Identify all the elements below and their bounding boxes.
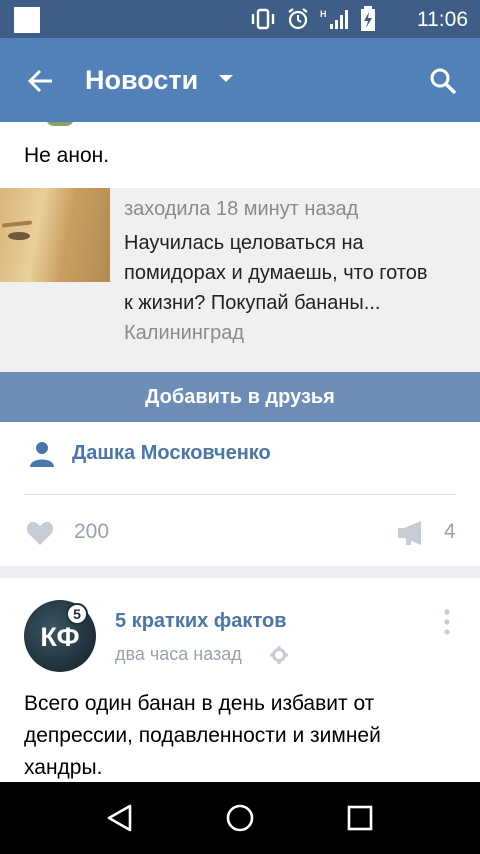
post-author-row[interactable]: Дашка Московченко xyxy=(0,422,480,494)
back-arrow-icon[interactable] xyxy=(26,66,56,96)
recents-square-icon[interactable] xyxy=(344,802,376,834)
gear-icon xyxy=(270,646,288,664)
notification-icon xyxy=(14,7,40,33)
post-text-line: Всего один банан в день избавит от xyxy=(24,692,375,715)
svg-text:H: H xyxy=(320,9,327,19)
alarm-icon xyxy=(288,8,308,30)
city-text: Калининград xyxy=(124,322,245,344)
system-navigation-bar xyxy=(0,782,480,854)
home-circle-icon[interactable] xyxy=(224,802,256,834)
megaphone-icon[interactable] xyxy=(397,520,425,546)
person-icon xyxy=(30,442,54,467)
avatar xyxy=(46,122,74,126)
clock: 11:06 xyxy=(417,8,468,31)
status-line: к жизни? Покупай бананы... xyxy=(124,292,381,314)
status-bar: H 11:06 xyxy=(0,0,480,38)
divider xyxy=(24,494,456,495)
last-seen-text: заходила 18 минут назад xyxy=(124,198,359,220)
more-vertical-icon[interactable] xyxy=(440,608,454,636)
status-line: помидорах и думаешь, что готов xyxy=(124,262,428,284)
post-text: Не анон. xyxy=(24,144,110,167)
app-toolbar: Новости xyxy=(0,38,480,122)
share-count[interactable]: 4 xyxy=(444,520,456,544)
post-text-line: хандры. xyxy=(24,756,103,779)
group-logo-text: КФ xyxy=(40,622,80,652)
post-text: Всего один банан в день избавит от депре… xyxy=(24,688,464,782)
repost-profile-card[interactable]: заходила 18 минут назад Научилась целова… xyxy=(0,188,480,372)
status-icons: H xyxy=(250,6,376,31)
post-card: КФ 5 5 кратких фактов два часа назад Все… xyxy=(0,578,480,782)
post-text-line: депрессии, подавленности и зимней xyxy=(24,724,381,747)
search-icon[interactable] xyxy=(428,66,458,96)
group-name-link[interactable]: 5 кратких фактов xyxy=(115,610,286,633)
like-count[interactable]: 200 xyxy=(74,520,109,544)
dropdown-caret-icon[interactable] xyxy=(219,75,233,82)
profile-status-text: Научилась целоваться на помидорах и дума… xyxy=(124,228,480,318)
battery-charging-icon xyxy=(361,6,375,31)
profile-photo xyxy=(0,188,110,282)
news-feed[interactable]: Не анон. заходила 18 минут назад Научила… xyxy=(0,122,480,782)
signal-icon: H xyxy=(320,9,348,29)
group-avatar[interactable]: КФ 5 xyxy=(24,600,96,672)
add-friend-button[interactable]: Добавить в друзья xyxy=(0,372,480,422)
post-card: Не анон. заходила 18 минут назад Научила… xyxy=(0,122,480,566)
back-triangle-icon[interactable] xyxy=(104,802,136,834)
author-name-link[interactable]: Дашка Московченко xyxy=(72,442,271,465)
vibrate-icon xyxy=(251,8,275,30)
page-title[interactable]: Новости xyxy=(85,62,198,98)
group-logo-badge: 5 xyxy=(66,603,88,625)
status-line: Научилась целоваться на xyxy=(124,232,364,254)
post-time: два часа назад xyxy=(115,644,242,664)
post-actions: 200 4 xyxy=(0,502,480,566)
heart-icon[interactable] xyxy=(26,520,54,546)
